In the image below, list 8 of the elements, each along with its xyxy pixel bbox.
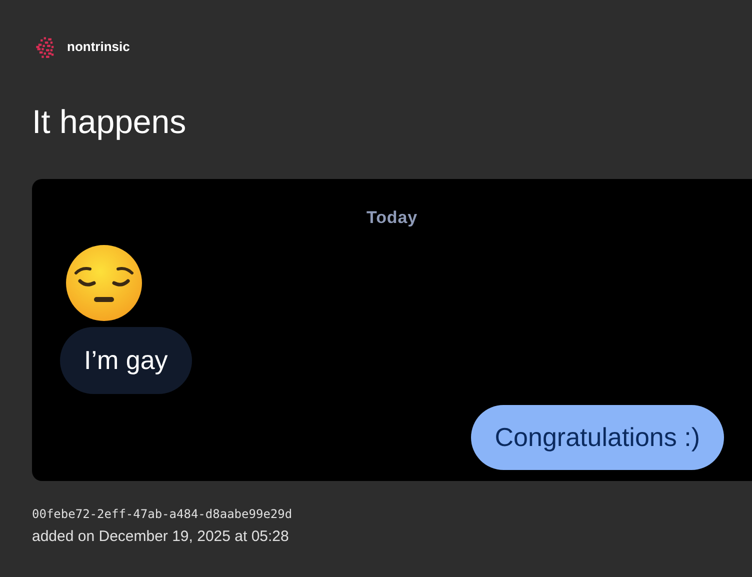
sent-message: Congratulations :) <box>470 404 724 470</box>
received-message: I’m gay <box>60 326 192 394</box>
post-id: 00febe72-2eff-47ab-a484-d8aabe99e29d <box>32 506 294 523</box>
site-name[interactable]: nontrinsic <box>67 37 130 57</box>
added-date: added on December 19, 2025 at 05:28 <box>32 527 290 547</box>
pensive-face-icon <box>64 242 144 322</box>
post-title: It happens <box>32 102 188 142</box>
date-label: Today <box>366 207 418 229</box>
